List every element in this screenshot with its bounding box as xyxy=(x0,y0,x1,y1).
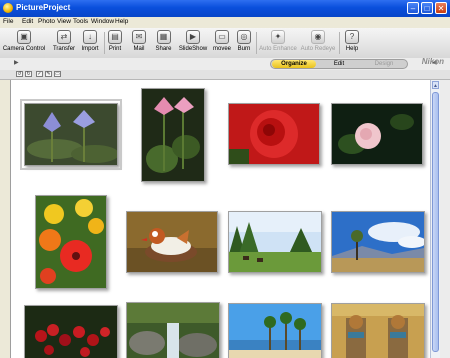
scroll-thumb[interactable] xyxy=(432,92,439,352)
water-lilies-photo xyxy=(25,104,117,165)
auto-redeye-button[interactable]: ◉ Auto Redeye xyxy=(300,30,336,56)
app-window: PictureProject – □ ✕ File Edit Photo Vie… xyxy=(0,0,450,358)
toolbar-separator xyxy=(339,32,340,54)
pink-flower-photo xyxy=(332,104,422,164)
thumbnail[interactable] xyxy=(331,211,425,273)
movee-label: movee xyxy=(212,46,231,52)
vertical-scrollbar[interactable]: ▲ xyxy=(430,80,440,358)
mountain-tree-photo xyxy=(332,212,424,272)
thumbnail-browser[interactable] xyxy=(10,80,431,358)
main-toolbar: ▣ Camera Control ⇄ Transfer ↓ Import ▤ P… xyxy=(0,28,450,59)
burn-icon: ◎ xyxy=(237,30,251,44)
mail-label: Mail xyxy=(133,46,145,52)
help-icon: ? xyxy=(345,30,359,44)
rename-icon[interactable]: ▭ xyxy=(54,71,61,77)
thumbnail[interactable] xyxy=(331,303,425,358)
mandarin-duck-photo xyxy=(127,212,217,272)
share-label: Share xyxy=(155,46,172,52)
transfer-button[interactable]: ⇄ Transfer xyxy=(51,30,77,56)
maximize-button[interactable]: □ xyxy=(421,2,433,14)
thumbnail[interactable] xyxy=(228,103,320,165)
menu-file[interactable]: File xyxy=(3,18,13,25)
close-button[interactable]: ✕ xyxy=(435,2,447,14)
burn-label: Burn xyxy=(237,46,251,52)
camera-control-button[interactable]: ▣ Camera Control xyxy=(2,30,46,56)
thumbnail[interactable] xyxy=(141,88,205,182)
import-button[interactable]: ↓ Import xyxy=(80,30,100,56)
check-icon[interactable]: ✓ xyxy=(36,71,43,77)
view-toolbar: ↺ ↻ ✓ ✎ ▭ xyxy=(0,70,450,80)
auto-enhance-label: Auto Enhance xyxy=(259,46,297,52)
forest-meadow-photo xyxy=(229,212,321,272)
thumbnail[interactable] xyxy=(331,103,423,165)
minimize-button[interactable]: – xyxy=(407,2,419,14)
camera-control-label: Camera Control xyxy=(2,46,46,52)
nikon-logo: Nikon xyxy=(421,57,444,66)
mode-tab-edit[interactable]: Edit xyxy=(317,60,361,68)
transfer-label: Transfer xyxy=(52,46,76,52)
thumbnail[interactable] xyxy=(228,303,322,358)
thumbnail[interactable] xyxy=(126,211,218,273)
import-label: Import xyxy=(81,46,99,52)
close-icon: ✕ xyxy=(437,4,445,13)
share-button[interactable]: ▦ Share xyxy=(154,30,173,56)
panel-toggle-icon[interactable]: ▶ xyxy=(14,59,19,66)
mail-button[interactable]: ✉ Mail xyxy=(131,30,147,56)
maximize-icon: □ xyxy=(424,4,430,13)
poppies-photo xyxy=(36,196,106,288)
auto-redeye-label: Auto Redeye xyxy=(300,46,336,52)
slideshow-button[interactable]: ▶ SlideShow xyxy=(178,30,208,56)
mode-tab-design[interactable]: Design xyxy=(362,60,406,68)
mail-icon: ✉ xyxy=(132,30,146,44)
lotus-photo xyxy=(142,89,204,181)
transfer-icon: ⇄ xyxy=(57,30,71,44)
mode-tab-organize[interactable]: Organize xyxy=(272,60,316,68)
thumbnail[interactable] xyxy=(35,195,107,289)
menu-view[interactable]: View xyxy=(57,18,71,25)
menu-bar: File Edit Photo View Tools Window Help xyxy=(0,17,450,28)
thumbnail[interactable] xyxy=(228,211,322,273)
auto-redeye-icon: ◉ xyxy=(311,30,325,44)
help-label: Help xyxy=(345,46,359,52)
auto-enhance-button[interactable]: ✦ Auto Enhance xyxy=(259,30,297,56)
right-panel-edge xyxy=(440,80,450,358)
rotate-left-icon[interactable]: ↺ xyxy=(16,71,23,77)
edit-pencil-icon[interactable]: ✎ xyxy=(45,71,52,77)
red-berries-photo xyxy=(25,306,117,358)
import-icon: ↓ xyxy=(83,30,97,44)
help-button[interactable]: ? Help xyxy=(344,30,360,56)
rotate-right-icon[interactable]: ↻ xyxy=(25,71,32,77)
thumbnail[interactable] xyxy=(126,302,220,358)
toolbar-separator xyxy=(104,32,105,54)
toolbar-separator xyxy=(256,32,257,54)
menu-photo[interactable]: Photo xyxy=(38,18,55,25)
temple-statues-photo xyxy=(332,304,424,358)
print-button[interactable]: ▤ Print xyxy=(107,30,123,56)
mode-switcher: Organize Edit Design xyxy=(270,59,408,69)
movee-button[interactable]: ▭ movee xyxy=(211,30,233,56)
menu-window[interactable]: Window xyxy=(91,18,114,25)
auto-enhance-icon: ✦ xyxy=(271,30,285,44)
scroll-up-icon[interactable]: ▲ xyxy=(432,81,439,89)
menu-help[interactable]: Help xyxy=(115,18,128,25)
menu-edit[interactable]: Edit xyxy=(22,18,33,25)
title-bar[interactable]: PictureProject – □ ✕ xyxy=(0,0,450,17)
movee-icon: ▭ xyxy=(215,30,229,44)
camera-control-icon: ▣ xyxy=(17,30,31,44)
print-label: Print xyxy=(108,46,122,52)
thumbnail[interactable] xyxy=(20,99,122,170)
palm-beach-photo xyxy=(229,304,321,358)
waterfall-photo xyxy=(127,303,219,358)
slideshow-icon: ▶ xyxy=(186,30,200,44)
slideshow-label: SlideShow xyxy=(178,46,208,52)
print-icon: ▤ xyxy=(108,30,122,44)
share-icon: ▦ xyxy=(156,30,171,44)
thumbnail[interactable] xyxy=(24,305,118,358)
burn-button[interactable]: ◎ Burn xyxy=(236,30,252,56)
app-icon xyxy=(3,3,13,13)
red-rose-photo xyxy=(229,104,319,164)
menu-tools[interactable]: Tools xyxy=(73,18,88,25)
minimize-icon: – xyxy=(410,4,416,13)
window-title: PictureProject xyxy=(16,3,71,12)
